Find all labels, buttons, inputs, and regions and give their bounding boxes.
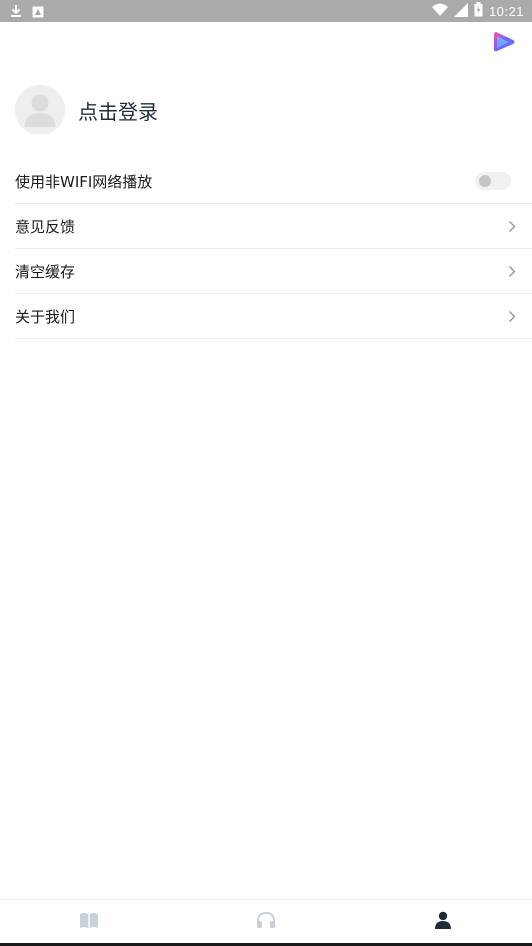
chevron-right-icon	[507, 219, 517, 233]
settings-item-label: 使用非WIFI网络播放	[15, 172, 153, 191]
signal-icon	[453, 2, 468, 20]
app-logo-icon[interactable]	[492, 30, 516, 54]
settings-item-label: 意见反馈	[15, 217, 76, 236]
settings-list: 使用非WIFI网络播放 意见反馈 清空缓存 关于我们	[15, 159, 532, 339]
bottom-nav	[0, 899, 532, 944]
settings-item-non-wifi-playback: 使用非WIFI网络播放	[15, 159, 532, 204]
person-icon	[434, 911, 452, 933]
user-avatar-icon[interactable]	[15, 85, 65, 135]
settings-item-label: 关于我们	[15, 307, 76, 326]
download-icon	[10, 3, 22, 22]
status-bar: 10:21	[0, 0, 532, 22]
toggle-knob	[479, 175, 491, 187]
chevron-right-icon	[507, 264, 517, 278]
tab-audio[interactable]	[177, 900, 354, 944]
settings-item-label: 清空缓存	[15, 262, 76, 281]
status-left	[10, 3, 44, 22]
non-wifi-playback-toggle[interactable]	[475, 172, 511, 190]
chevron-right-icon	[507, 309, 517, 323]
login-label[interactable]: 点击登录	[78, 96, 158, 125]
status-right: 10:21	[431, 2, 524, 20]
wifi-icon	[431, 3, 448, 20]
image-notification-icon	[32, 3, 44, 22]
tab-profile[interactable]	[355, 900, 532, 944]
settings-item-clear-cache[interactable]: 清空缓存	[15, 249, 532, 294]
profile-login[interactable]: 点击登录	[15, 85, 158, 135]
settings-item-feedback[interactable]: 意见反馈	[15, 204, 532, 249]
status-time: 10:21	[488, 3, 524, 19]
tab-book[interactable]	[0, 900, 177, 944]
settings-item-about-us[interactable]: 关于我们	[15, 294, 532, 339]
battery-icon	[474, 2, 483, 20]
book-icon	[79, 912, 99, 933]
headphones-icon	[256, 911, 276, 933]
